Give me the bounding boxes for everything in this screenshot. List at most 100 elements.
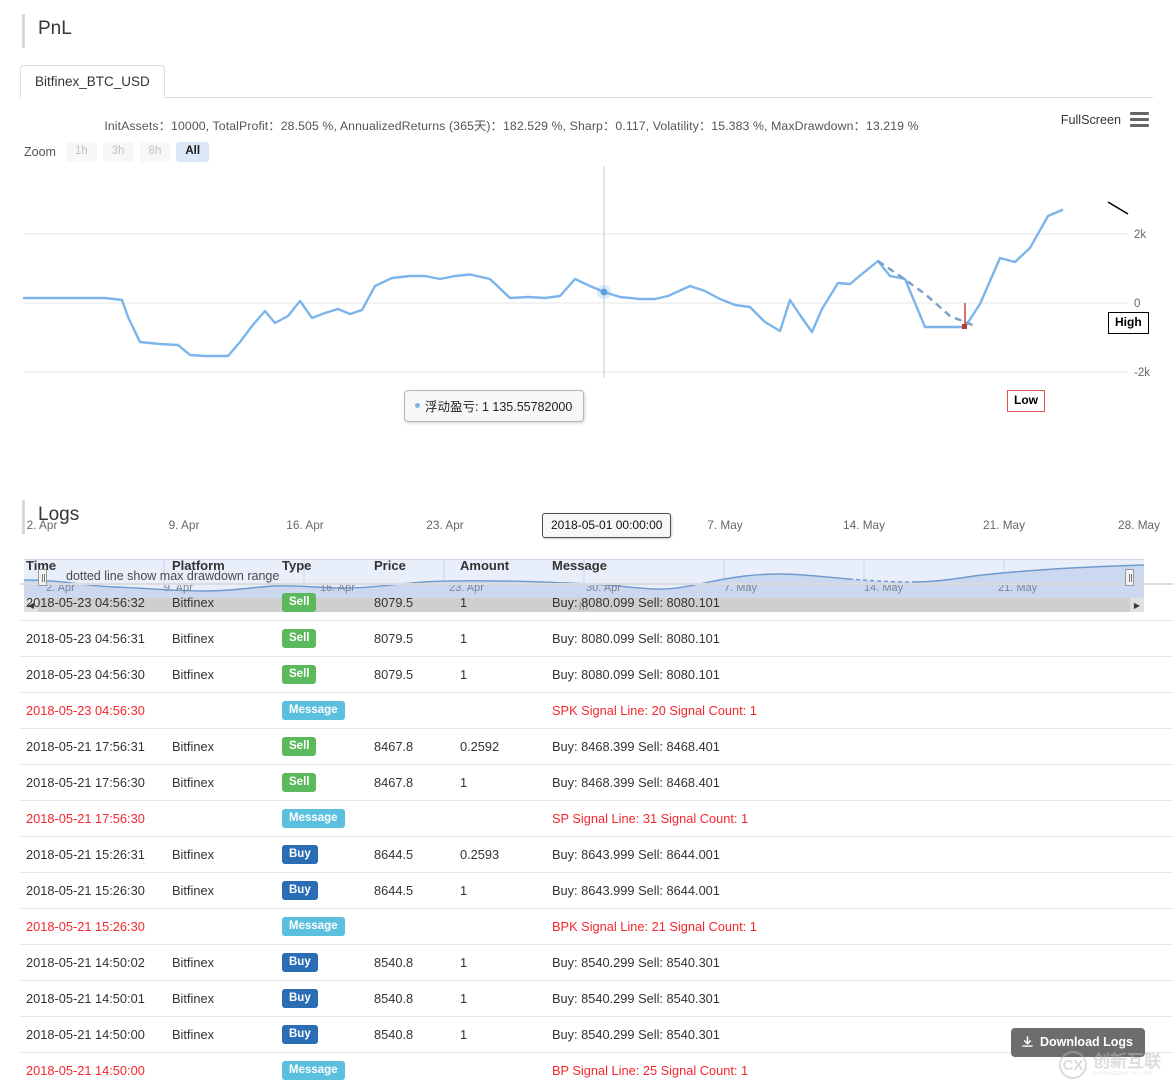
table-row[interactable]: 2018-05-21 14:50:00 Bitfinex Buy 8540.8 1 Buy… xyxy=(20,1016,1173,1053)
cell-amount: 1 xyxy=(456,584,548,621)
table-row[interactable]: 2018-05-21 14:50:02 Bitfinex Buy 8540.8 1 Buy… xyxy=(20,944,1173,981)
cell-type: Buy xyxy=(278,980,370,1017)
chart-plot-area[interactable]: 2k 0 -2k xyxy=(0,166,1173,386)
cell-type: Sell xyxy=(278,764,370,801)
cell-platform xyxy=(168,692,278,729)
cell-time: 2018-05-21 14:50:00 xyxy=(20,1052,168,1085)
cell-platform: Bitfinex xyxy=(168,872,278,909)
fullscreen-control[interactable]: FullScreen xyxy=(1061,112,1149,127)
table-row[interactable]: 2018-05-23 04:56:30 Bitfinex Sell 8079.5 1 Bu… xyxy=(20,656,1173,693)
logs-table: Time Platform Type Price Amount Message … xyxy=(20,552,1173,1085)
panel-accent-bar xyxy=(22,14,25,48)
cell-type: Message xyxy=(278,692,370,729)
low-marker-point xyxy=(962,324,967,329)
series-tooltip: 浮动盈亏: 1 135.55782000 xyxy=(404,390,585,422)
zoom-label: Zoom xyxy=(24,145,56,159)
chart-flag-high[interactable]: High xyxy=(1108,312,1149,334)
zoom-button-8h[interactable]: 8h xyxy=(139,142,171,162)
cell-type: Sell xyxy=(278,656,370,693)
table-row[interactable]: 2018-05-21 15:26:30 Message BPK Signal Lin… xyxy=(20,908,1173,945)
zoom-button-3h[interactable]: 3h xyxy=(102,142,134,162)
cell-platform: Bitfinex xyxy=(168,620,278,657)
column-header-amount: Amount xyxy=(456,552,548,585)
svg-text:-2k: -2k xyxy=(1134,367,1150,379)
watermark-text: 创新互联 xyxy=(1093,1052,1161,1071)
cell-platform: Bitfinex xyxy=(168,1016,278,1053)
cell-platform: Bitfinex xyxy=(168,584,278,621)
chart-stats-line: InitAssets：10000, TotalProfit：28.505 %, … xyxy=(104,119,919,133)
cell-time: 2018-05-21 15:26:30 xyxy=(20,872,168,909)
cell-time: 2018-05-21 14:50:02 xyxy=(20,944,168,981)
tab-bitfinex-btc-usd[interactable]: Bitfinex_BTC_USD xyxy=(20,65,165,98)
cell-time: 2018-05-23 04:56:30 xyxy=(20,656,168,693)
table-row[interactable]: 2018-05-21 15:26:31 Bitfinex Buy 8644.5 0.25… xyxy=(20,836,1173,873)
series-tooltip-text: 浮动盈亏: 1 135.55782000 xyxy=(425,400,573,414)
cell-type: Buy xyxy=(278,872,370,909)
cell-price: 8467.8 xyxy=(370,728,456,765)
cell-platform xyxy=(168,800,278,837)
cell-type: Sell xyxy=(278,584,370,621)
cell-time: 2018-05-21 17:56:30 xyxy=(20,764,168,801)
table-row[interactable]: 2018-05-21 17:56:31 Bitfinex Sell 8467.8 0.2… xyxy=(20,728,1173,765)
page-title: PnL xyxy=(38,18,72,39)
fullscreen-label: FullScreen xyxy=(1060,112,1121,127)
cell-type: Sell xyxy=(278,728,370,765)
cell-type: Sell xyxy=(278,620,370,657)
status-badge: Buy xyxy=(282,953,318,972)
table-row[interactable]: 2018-05-21 14:50:01 Bitfinex Buy 8540.8 1 Buy… xyxy=(20,980,1173,1017)
cell-amount: 1 xyxy=(456,980,548,1017)
cell-message: BPK Signal Line: 21 Signal Count: 1 xyxy=(548,908,1173,945)
cell-price: 8079.5 xyxy=(370,620,456,657)
cell-price xyxy=(370,908,456,945)
cell-amount: 1 xyxy=(456,620,548,657)
cell-price: 8644.5 xyxy=(370,836,456,873)
svg-text:0: 0 xyxy=(1134,298,1140,310)
table-row[interactable]: 2018-05-21 15:26:30 Bitfinex Buy 8644.5 1 Buy… xyxy=(20,872,1173,909)
pnl-chart: InitAssets：10000, TotalProfit：28.505 %, … xyxy=(0,98,1173,612)
cell-message: Buy: 8540.299 Sell: 8540.301 xyxy=(548,980,1173,1017)
table-row[interactable]: 2018-05-23 04:56:32 Bitfinex Sell 8079.5 1 Bu… xyxy=(20,584,1173,621)
hamburger-icon[interactable] xyxy=(1130,112,1149,127)
xaxis-tooltip: 2018-05-01 00:00:00 xyxy=(542,513,672,538)
column-header-price: Price xyxy=(370,552,456,585)
status-badge: Buy xyxy=(282,989,318,1008)
cell-time: 2018-05-21 14:50:00 xyxy=(20,1016,168,1053)
watermark-logo-icon: CX xyxy=(1059,1051,1087,1079)
zoom-button-all[interactable]: All xyxy=(176,142,210,162)
cell-price: 8079.5 xyxy=(370,656,456,693)
watermark: CX 创新互联 CHUANGXIN HULIAN xyxy=(1059,1051,1161,1079)
cell-price: 8540.8 xyxy=(370,980,456,1017)
cell-time: 2018-05-23 04:56:32 xyxy=(20,584,168,621)
zoom-button-1h[interactable]: 1h xyxy=(65,142,97,162)
cell-price: 8079.5 xyxy=(370,584,456,621)
cell-platform: Bitfinex xyxy=(168,764,278,801)
tab-bar: Bitfinex_BTC_USD xyxy=(20,64,1153,98)
table-row[interactable]: 2018-05-21 14:50:00 Message BP Signal Line… xyxy=(20,1052,1173,1085)
status-badge: Sell xyxy=(282,737,317,756)
cell-message: Buy: 8468.399 Sell: 8468.401 xyxy=(548,728,1173,765)
cell-message: SP Signal Line: 31 Signal Count: 1 xyxy=(548,800,1173,837)
table-row[interactable]: 2018-05-21 17:56:30 Bitfinex Sell 8467.8 1 Bu… xyxy=(20,764,1173,801)
cell-time: 2018-05-23 04:56:30 xyxy=(20,692,168,729)
cell-message: Buy: 8643.999 Sell: 8644.001 xyxy=(548,836,1173,873)
navigator-handle-left[interactable] xyxy=(38,569,47,586)
table-row[interactable]: 2018-05-21 17:56:30 Message SP Signal Line… xyxy=(20,800,1173,837)
cell-message: Buy: 8080.099 Sell: 8080.101 xyxy=(548,620,1173,657)
cell-message: Buy: 8643.999 Sell: 8644.001 xyxy=(548,872,1173,909)
table-row[interactable]: 2018-05-23 04:56:30 Message SPK Signal Lin… xyxy=(20,692,1173,729)
cell-time: 2018-05-21 14:50:01 xyxy=(20,980,168,1017)
navigator-handle-right[interactable] xyxy=(1125,569,1134,586)
cell-price xyxy=(370,800,456,837)
cell-type: Buy xyxy=(278,836,370,873)
cell-message: Buy: 8080.099 Sell: 8080.101 xyxy=(548,584,1173,621)
cell-amount: 1 xyxy=(456,764,548,801)
column-header-message: Message xyxy=(548,552,1173,585)
cell-time: 2018-05-23 04:56:31 xyxy=(20,620,168,657)
cell-amount xyxy=(456,1052,548,1085)
cell-price: 8540.8 xyxy=(370,944,456,981)
table-row[interactable]: 2018-05-23 04:56:31 Bitfinex Sell 8079.5 1 Bu… xyxy=(20,620,1173,657)
cell-amount: 0.2593 xyxy=(456,836,548,873)
logs-table-body: 2018-05-23 04:56:32 Bitfinex Sell 8079.5 1 Bu… xyxy=(20,584,1173,1085)
chart-flag-low[interactable]: Low xyxy=(1007,390,1045,412)
status-badge: Message xyxy=(282,1061,345,1080)
